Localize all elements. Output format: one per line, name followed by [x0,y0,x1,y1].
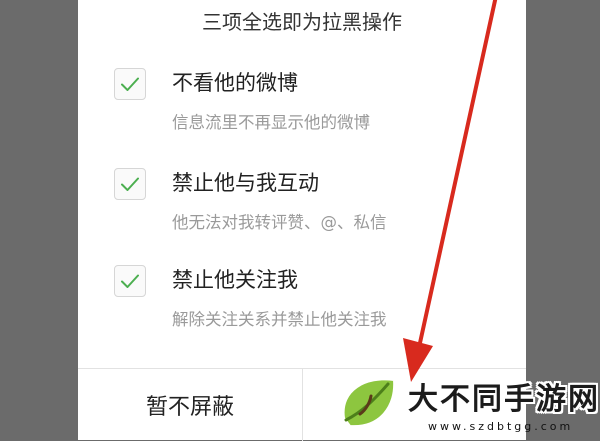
watermark-name: 大不同手游网 [408,382,600,417]
option-block-interaction[interactable]: 禁止他与我互动 他无法对我转评赞、@、私信 [114,168,514,248]
check-icon [121,177,139,191]
dialog-title: 三项全选即为拉黑操作 [202,10,402,34]
leaf-logo-icon [342,378,396,428]
option-description: 解除关注关系并禁止他关注我 [172,310,387,329]
option-block-follow[interactable]: 禁止他关注我 解除关注关系并禁止他关注我 [114,265,514,345]
option-title: 不看他的微博 [172,71,298,95]
checkbox-block-interaction[interactable] [114,168,146,200]
cancel-block-button[interactable]: 暂不屏蔽 [78,369,302,441]
option-title: 禁止他关注我 [172,268,298,292]
option-hide-weibo[interactable]: 不看他的微博 信息流里不再显示他的微博 [114,68,514,148]
check-icon [121,274,139,288]
option-title: 禁止他与我互动 [172,171,319,195]
watermark-url: www.szdbtgg.com [428,420,574,433]
check-icon [121,77,139,91]
checkbox-hide-weibo[interactable] [114,68,146,100]
option-description: 他无法对我转评赞、@、私信 [172,213,387,232]
checkbox-block-follow[interactable] [114,265,146,297]
site-watermark: 大不同手游网 www.szdbtgg.com [336,368,600,440]
option-description: 信息流里不再显示他的微博 [172,113,370,132]
